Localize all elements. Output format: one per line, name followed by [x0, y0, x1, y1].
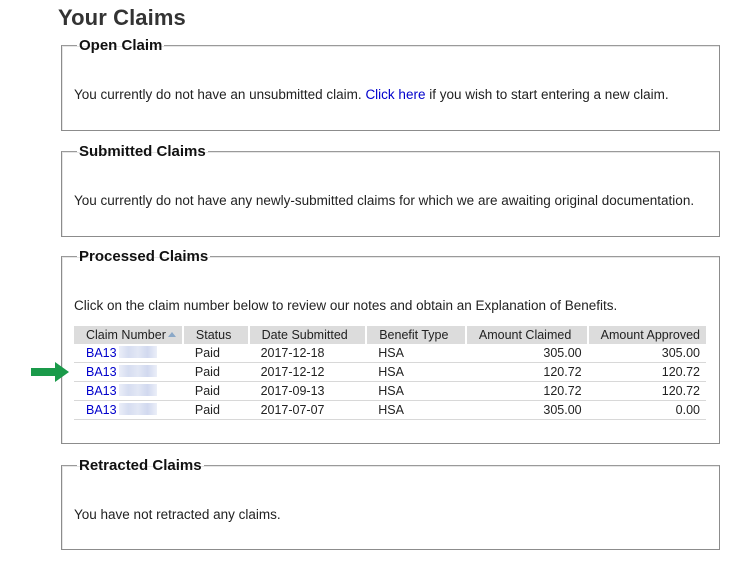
claim-amount-approved: 0.00: [587, 400, 706, 420]
claim-status: Paid: [182, 344, 249, 363]
redacted-block: [118, 345, 157, 358]
open-claim-section: Open Claim You currently do not have an …: [61, 37, 720, 131]
processed-claims-section: Processed Claims Click on the claim numb…: [61, 248, 720, 444]
claim-status: Paid: [182, 381, 249, 401]
processed-claims-text: Click on the claim number below to revie…: [74, 298, 618, 313]
claim-amount-approved: 305.00: [587, 344, 706, 363]
column-header-benefit-type[interactable]: Benefit Type: [365, 326, 466, 344]
claim-date-submitted: 2017-09-13: [248, 381, 367, 401]
claim-amount-approved: 120.72: [587, 381, 706, 401]
submitted-claims-text: You currently do not have any newly-subm…: [74, 193, 695, 208]
sort-ascending-icon[interactable]: [167, 332, 176, 337]
retracted-claims-text: You have not retracted any claims.: [74, 507, 281, 522]
claim-number-link[interactable]: BA13: [86, 384, 117, 398]
claim-benefit-type: HSA: [366, 400, 466, 420]
redacted-block: [118, 383, 157, 396]
open-claim-text-after: if you wish to start entering a new clai…: [425, 87, 669, 102]
claim-benefit-type: HSA: [366, 381, 466, 401]
claim-date-submitted: 2017-12-18: [248, 344, 367, 363]
column-header-status[interactable]: Status: [181, 326, 249, 344]
claim-number-link[interactable]: BA13: [86, 365, 117, 379]
claim-number-link[interactable]: BA13: [86, 346, 117, 360]
claim-status: Paid: [182, 400, 249, 420]
table-row: BA13 Paid 2017-07-07 HSA 305.00 0.00: [74, 400, 706, 420]
table-row: BA13 Paid 2017-09-13 HSA 120.72 120.72: [74, 381, 706, 401]
processed-claims-legend: Processed Claims: [79, 248, 209, 265]
claim-amount-claimed: 120.72: [465, 362, 588, 382]
retracted-claims-section: Retracted Claims You have not retracted …: [61, 457, 720, 550]
claim-status: Paid: [182, 362, 249, 382]
column-header-date-submitted[interactable]: Date Submitted: [247, 326, 367, 344]
claim-benefit-type: HSA: [366, 362, 466, 382]
column-header-claim-number[interactable]: Claim Number: [74, 326, 183, 344]
redacted-block: [118, 364, 157, 377]
claim-amount-claimed: 305.00: [465, 344, 588, 363]
green-right-arrow-icon: [31, 362, 69, 382]
open-claim-text-before: You currently do not have an unsubmitted…: [74, 87, 366, 102]
claim-number-link[interactable]: BA13: [86, 403, 117, 417]
claim-date-submitted: 2017-07-07: [248, 400, 367, 420]
retracted-claims-legend: Retracted Claims: [79, 457, 202, 474]
start-new-claim-link[interactable]: Click here: [365, 87, 425, 102]
claim-date-submitted: 2017-12-12: [248, 362, 367, 382]
redacted-block: [118, 402, 157, 415]
claim-amount-claimed: 120.72: [465, 381, 588, 401]
processed-claims-table: Claim Number Status Date Submitted Benef…: [74, 326, 706, 420]
claim-benefit-type: HSA: [366, 344, 466, 363]
table-header-row: Claim Number Status Date Submitted Benef…: [74, 326, 706, 344]
submitted-claims-legend: Submitted Claims: [79, 143, 206, 160]
column-header-amount-approved[interactable]: Amount Approved: [586, 326, 706, 344]
page-title: Your Claims: [58, 5, 186, 30]
table-row: BA13 Paid 2017-12-18 HSA 305.00 305.00: [74, 344, 706, 363]
open-claim-legend: Open Claim: [79, 37, 163, 54]
claim-amount-claimed: 305.00: [465, 400, 588, 420]
open-claim-text: You currently do not have an unsubmitted…: [74, 87, 707, 102]
submitted-claims-section: Submitted Claims You currently do not ha…: [61, 143, 720, 237]
table-row: BA13 Paid 2017-12-12 HSA 120.72 120.72: [74, 362, 706, 382]
claim-amount-approved: 120.72: [587, 362, 706, 382]
column-header-amount-claimed[interactable]: Amount Claimed: [464, 326, 588, 344]
